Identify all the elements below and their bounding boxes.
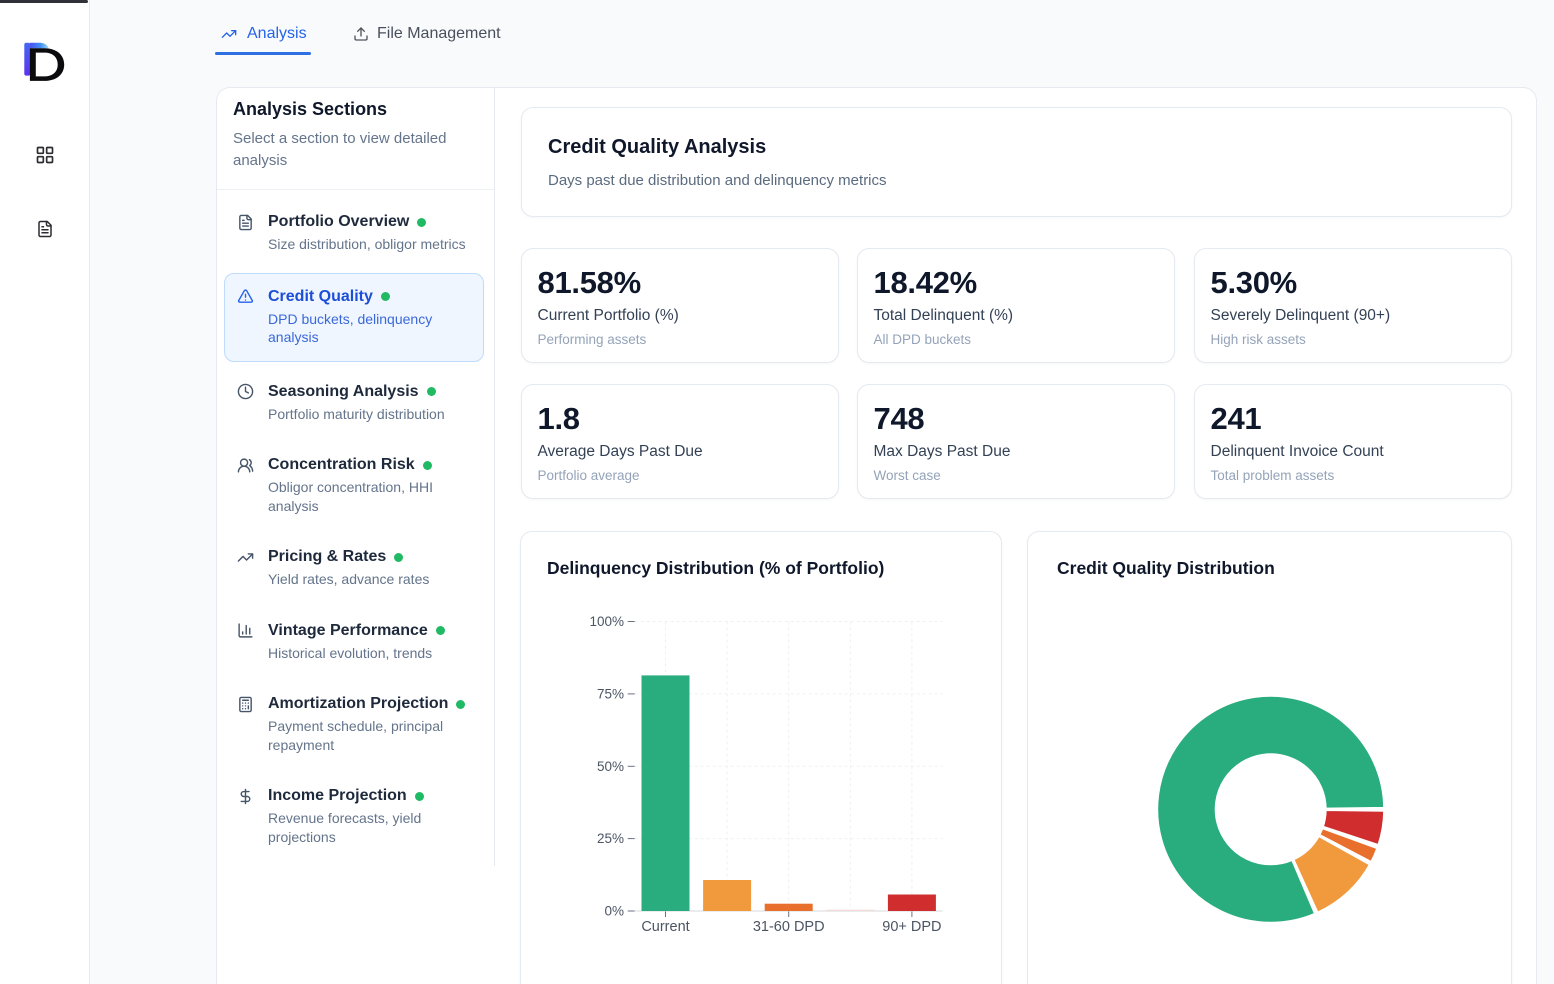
svg-text:25%: 25%: [597, 831, 624, 846]
svg-text:Current: Current: [641, 919, 689, 935]
svg-text:100%: 100%: [589, 614, 624, 629]
svg-text:90+ DPD: 90+ DPD: [882, 919, 941, 935]
svg-text:50%: 50%: [597, 759, 624, 774]
svg-text:0%: 0%: [604, 904, 624, 919]
svg-text:75%: 75%: [597, 686, 624, 701]
svg-text:31-60 DPD: 31-60 DPD: [753, 919, 825, 935]
